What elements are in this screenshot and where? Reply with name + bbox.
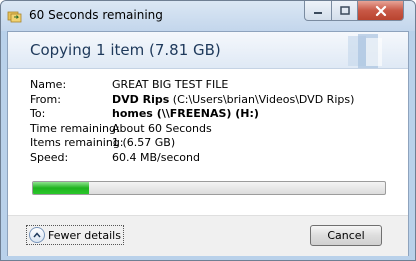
from-path: (C:\Users\brian\Videos\DVD Rips) xyxy=(169,92,355,106)
close-icon xyxy=(375,5,386,16)
from-value: DVD Rips (C:\Users\brian\Videos\DVD Rips… xyxy=(112,93,354,108)
to-row: To: homes (\\FREENAS) (H:) xyxy=(30,107,354,122)
name-value: GREAT BIG TEST FILE xyxy=(112,78,229,91)
from-folder[interactable]: DVD Rips xyxy=(112,93,169,106)
speed-value: 60.4 MB/second xyxy=(112,150,200,164)
copy-status-heading: Copying 1 item (7.81 GB) xyxy=(30,41,221,59)
copy-details: Name: GREAT BIG TEST FILE From: DVD Rips… xyxy=(30,78,354,165)
fewer-details-toggle[interactable]: Fewer details xyxy=(26,225,124,245)
items-row: Items remaining: 1 (6.57 GB) xyxy=(30,136,354,151)
header-banner: Copying 1 item (7.81 GB) xyxy=(8,32,408,69)
fewer-details-label: Fewer details xyxy=(48,228,121,242)
speed-row: Speed: 60.4 MB/second xyxy=(30,151,354,166)
items-value: 1 (6.57 GB) xyxy=(112,136,176,149)
time-label: Time remaining: xyxy=(30,121,120,135)
time-row: Time remaining: About 60 Seconds xyxy=(30,122,354,137)
dialog-footer: Fewer details Cancel xyxy=(8,215,408,256)
to-folder[interactable]: homes (\\FREENAS) (H:) xyxy=(112,107,259,120)
copy-animation-icon xyxy=(348,34,382,68)
dialog-content: Copying 1 item (7.81 GB) Name: GREAT BIG… xyxy=(7,31,409,256)
from-label: From: xyxy=(30,92,61,106)
progress-bar xyxy=(32,181,386,195)
cancel-button[interactable]: Cancel xyxy=(310,225,382,246)
from-row: From: DVD Rips (C:\Users\brian\Videos\DV… xyxy=(30,93,354,108)
name-label: Name: xyxy=(30,78,67,91)
speed-label: Speed: xyxy=(30,150,69,164)
minimize-button[interactable] xyxy=(304,1,332,21)
to-label: To: xyxy=(30,107,46,120)
time-value: About 60 Seconds xyxy=(112,121,212,135)
maximize-button[interactable] xyxy=(331,1,358,21)
name-row: Name: GREAT BIG TEST FILE xyxy=(30,78,354,93)
window-title: 60 Seconds remaining xyxy=(29,8,163,22)
maximize-icon xyxy=(339,5,350,15)
items-label: Items remaining: xyxy=(30,136,124,149)
to-value: homes (\\FREENAS) (H:) xyxy=(112,107,259,122)
progress-fill xyxy=(33,182,90,194)
copy-dialog-window: 60 Seconds remaining Copying 1 item (7.8… xyxy=(0,0,416,261)
title-bar[interactable]: 60 Seconds remaining xyxy=(1,1,415,31)
copy-folder-icon xyxy=(7,8,23,24)
minimize-icon xyxy=(314,11,322,14)
close-button[interactable] xyxy=(357,1,404,21)
chevron-up-icon xyxy=(29,227,45,243)
